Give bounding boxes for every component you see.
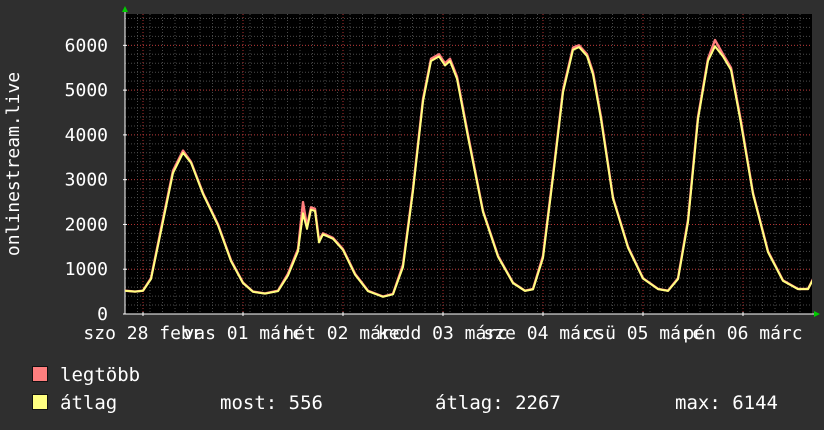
y-axis-label: onlinestream.live [3, 72, 24, 256]
y-tick-label: 1000 [65, 259, 108, 280]
stat-max: max: 6144 [675, 392, 778, 414]
stat-average: átlag: 2267 [435, 392, 561, 414]
legend-label-avg: átlag [60, 392, 118, 414]
x-tick-label: pén 06 márc [683, 323, 802, 344]
stat-current: most: 556 [220, 392, 323, 414]
y-tick-label: 4000 [65, 125, 108, 146]
y-axis-arrow-icon [122, 6, 128, 12]
x-tick-labels: szo 28 febrvas 01 márchét 02 márckedd 03… [83, 323, 802, 344]
legend-item-avg: átlag [32, 392, 117, 414]
y-tick-label: 3000 [65, 170, 108, 191]
y-tick-label: 2000 [65, 214, 108, 235]
y-tick-label: 5000 [65, 80, 108, 101]
x-axis-arrow-icon [814, 311, 820, 317]
y-tick-label: 0 [97, 304, 108, 325]
y-tick-labels: 0 1000 2000 3000 4000 5000 6000 [65, 35, 108, 325]
y-tick-label: 6000 [65, 35, 108, 56]
legend-label-max: legtöbb [60, 364, 141, 386]
legend-swatch-max [32, 366, 48, 382]
legend-item-max: legtöbb [32, 364, 140, 386]
legend-swatch-avg [32, 394, 48, 410]
